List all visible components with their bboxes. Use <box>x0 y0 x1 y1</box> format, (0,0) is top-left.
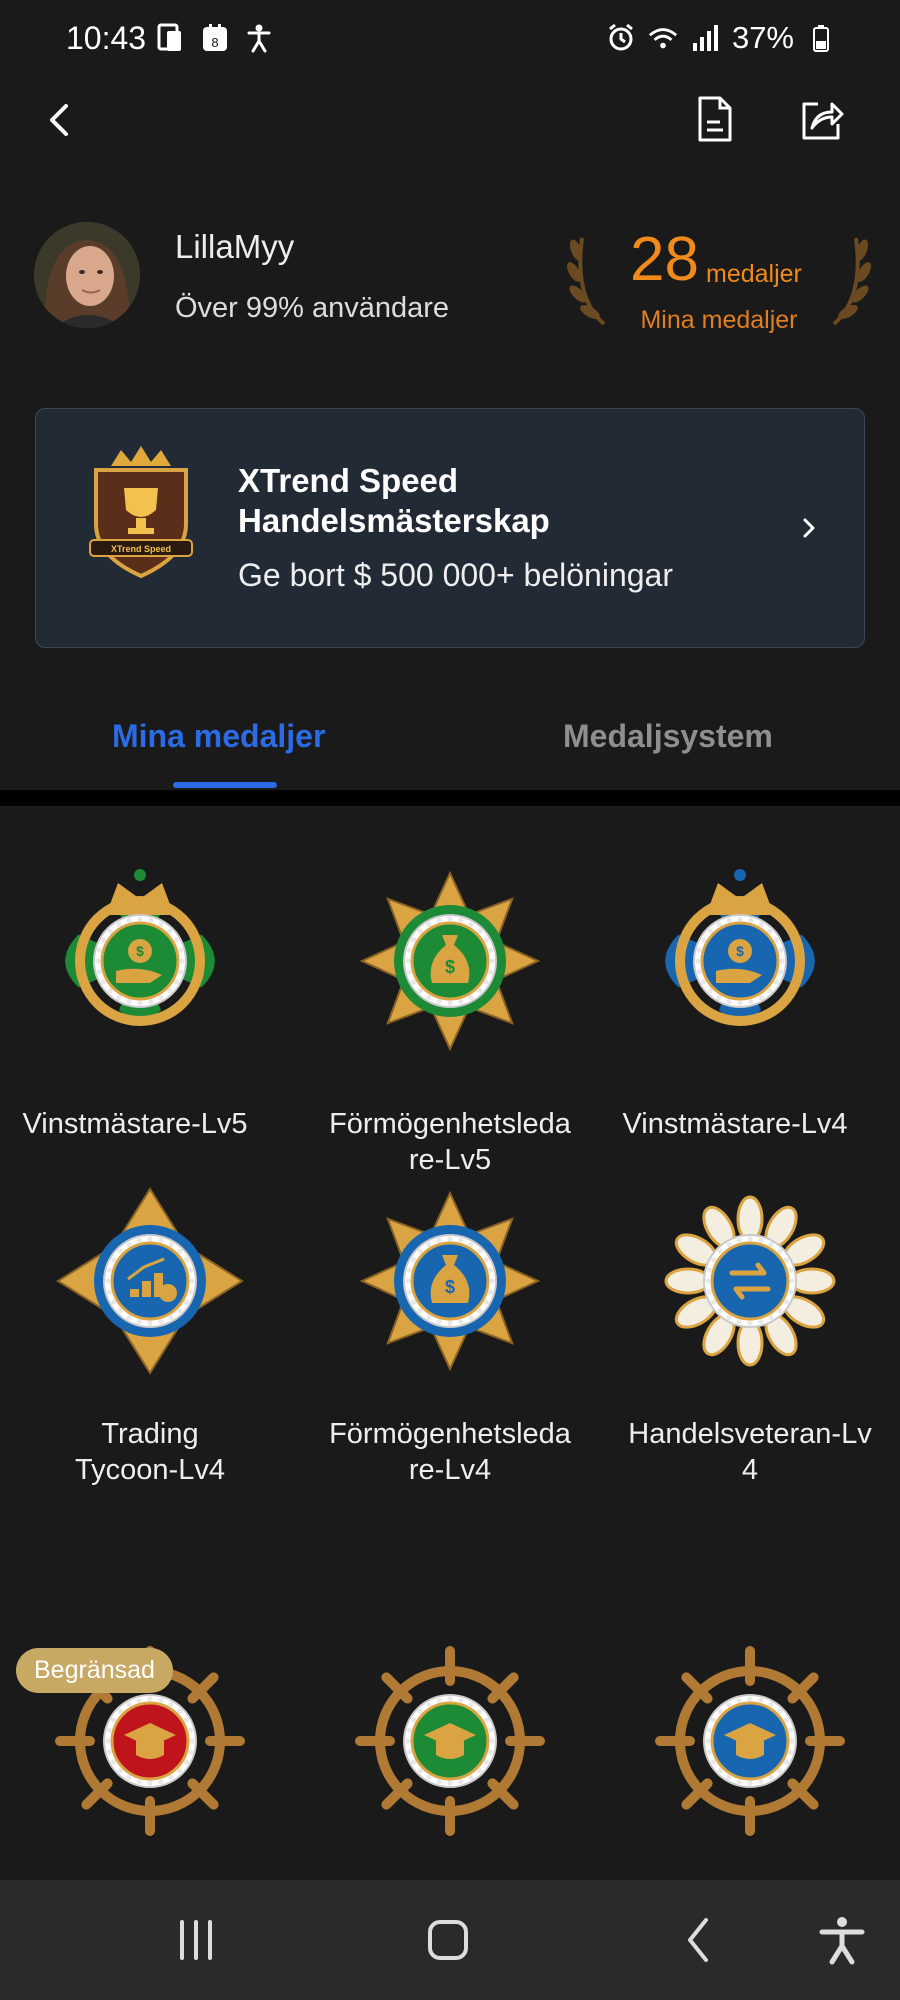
banner-subtitle: Ge bort $ 500 000+ belöningar <box>238 557 673 593</box>
medal-image <box>664 1195 836 1367</box>
medal-card[interactable]: Handelsveteran-Lv 4 <box>600 1186 900 1516</box>
banner-logo-text: XTrend Speed <box>111 544 171 554</box>
tab-bar: Mina medaljer Medaljsystem <box>0 690 900 790</box>
medal-image <box>655 1646 845 1836</box>
medal-name: Handelsveteran-Lv <box>628 1418 872 1450</box>
avatar[interactable] <box>34 222 140 328</box>
banner-title-line2: Handelsmästerskap <box>238 502 550 539</box>
back-icon[interactable] <box>40 98 84 142</box>
chevron-right-icon <box>803 518 815 538</box>
limited-badge: Begränsad <box>16 1648 173 1693</box>
medal-name: Förmögenhetsleda <box>329 1108 571 1140</box>
recent-apps-icon[interactable] <box>166 1910 226 1970</box>
accessibility-icon <box>244 22 274 54</box>
medal-grid: $ Vinstmästare-Lv5 $ Förmögenhetsleda re… <box>0 806 900 1880</box>
status-bar: 10:43 8 37% <box>0 0 900 80</box>
medal-count-number: 28 <box>630 225 699 294</box>
tab-my-medals[interactable]: Mina medaljer <box>112 718 325 755</box>
trophy-shield-logo: XTrend Speed <box>89 446 193 579</box>
medal-name: Trading <box>101 1418 199 1450</box>
medal-card[interactable]: Trading Tycoon-Lv4 <box>0 1186 300 1516</box>
svg-text:$: $ <box>445 957 455 977</box>
medal-count[interactable]: 28 medaljer Mina medaljer <box>564 218 874 338</box>
medal-image: $ <box>665 869 815 1026</box>
medal-image <box>355 1646 545 1836</box>
tab-medal-system[interactable]: Medaljsystem <box>563 718 773 755</box>
laurel-right-icon <box>832 237 871 326</box>
system-nav-bar <box>0 1880 900 2000</box>
calendar-icon: 8 <box>200 22 230 54</box>
battery-icon <box>806 22 836 54</box>
medal-card[interactable]: $ Förmögenhetsleda re-Lv4 <box>300 1186 600 1516</box>
medal-name: Vinstmästare-Lv5 <box>22 1108 248 1140</box>
medal-card[interactable]: $ Vinstmästare-Lv4 <box>600 806 900 1140</box>
back-nav-icon[interactable] <box>670 1910 730 1970</box>
home-icon[interactable] <box>418 1910 478 1970</box>
username: LillaMyy <box>175 228 295 265</box>
banner-title-line1: XTrend Speed <box>238 462 459 499</box>
medal-image <box>56 1187 244 1375</box>
wifi-icon <box>648 22 678 54</box>
medal-name-line2: 4 <box>741 1454 759 1486</box>
medal-name: Förmögenhetsleda <box>329 1418 571 1450</box>
app-bar <box>0 80 900 160</box>
medal-name-line2: re-Lv5 <box>408 1144 492 1176</box>
profile-header: LillaMyy Över 99% användare 28 medaljer … <box>0 218 900 338</box>
medal-image: $ <box>359 870 541 1052</box>
share-icon[interactable] <box>796 94 846 144</box>
medal-name-line2: Tycoon-Lv4 <box>75 1454 225 1486</box>
svg-text:8: 8 <box>211 35 218 50</box>
accessibility-nav-icon[interactable] <box>812 1910 872 1970</box>
svg-text:$: $ <box>736 943 744 959</box>
document-icon[interactable] <box>690 94 740 144</box>
svg-text:$: $ <box>136 943 144 959</box>
active-tab-indicator <box>173 782 277 788</box>
medal-name-line2: re-Lv4 <box>408 1454 492 1486</box>
medal-count-unit: medaljer <box>706 260 802 288</box>
battery-percent: 37% <box>731 20 794 55</box>
medal-image: $ <box>359 1190 541 1372</box>
svg-text:$: $ <box>445 1277 455 1297</box>
alarm-icon <box>606 22 636 54</box>
divider <box>0 790 900 806</box>
medal-card[interactable]: $ Förmögenhetsleda re-Lv5 <box>300 806 600 1176</box>
medal-name: Vinstmästare-Lv4 <box>622 1108 848 1140</box>
medal-card[interactable] <box>300 1646 600 1880</box>
medal-card[interactable]: $ Vinstmästare-Lv5 <box>0 806 300 1140</box>
medal-card[interactable] <box>600 1646 900 1880</box>
medal-image: $ <box>65 869 215 1026</box>
championship-banner[interactable]: XTrend Speed XTrend Speed Handelsmästers… <box>35 408 865 648</box>
device-icon <box>156 22 186 54</box>
user-rank: Över 99% användare <box>175 292 450 324</box>
status-time: 10:43 <box>66 20 147 56</box>
signal-icon <box>690 22 720 54</box>
